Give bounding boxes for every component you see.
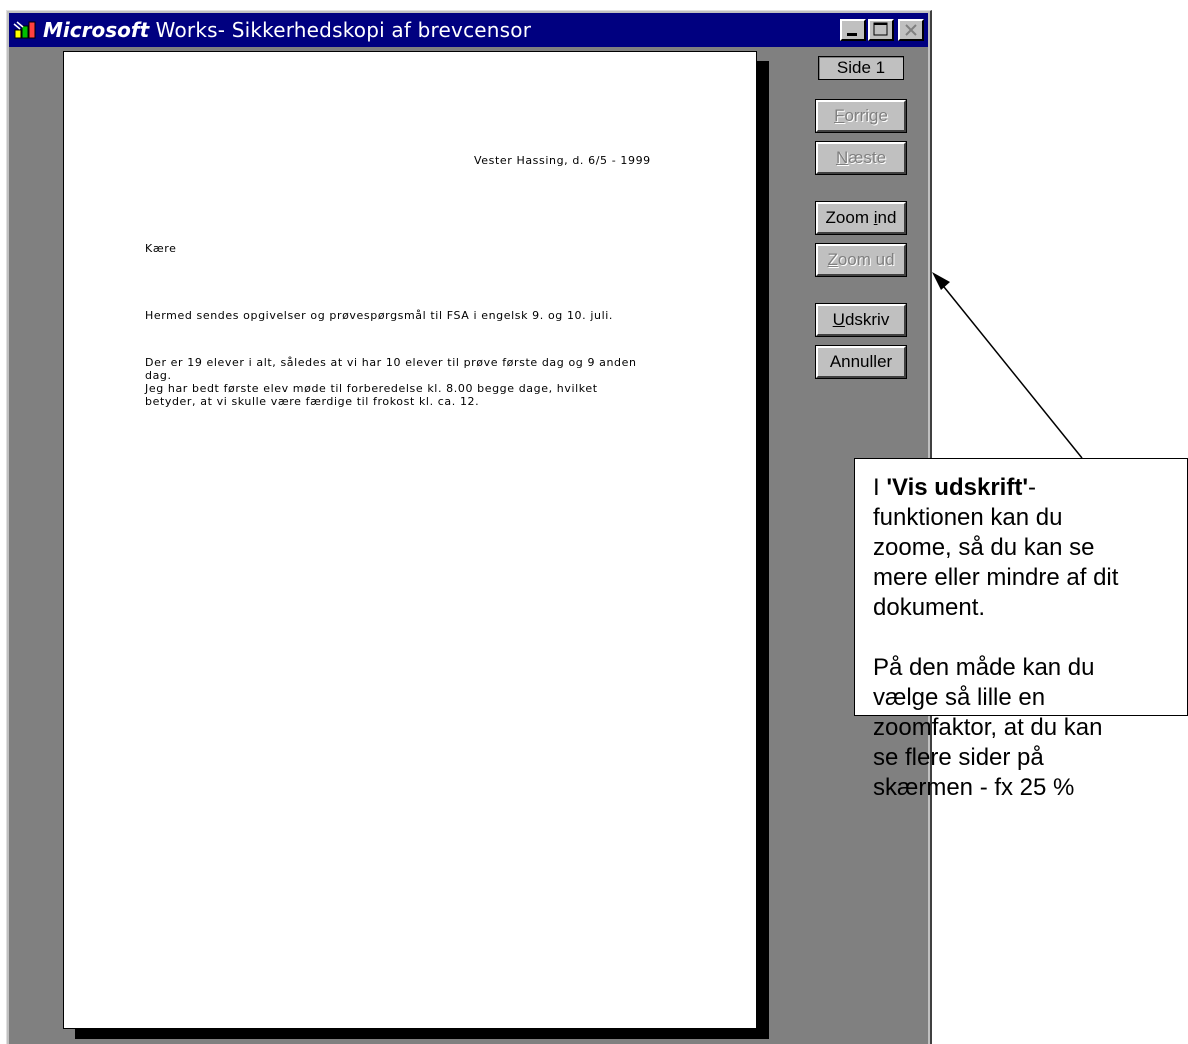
callout-line: dokument. — [873, 594, 986, 621]
arrow-line — [939, 281, 1083, 459]
callout-line: skærmen - fx 25 % — [873, 774, 1075, 801]
callout-bold-term: 'Vis udskrift' — [886, 474, 1029, 501]
callout-line: zoomfaktor, at du kan — [873, 714, 1103, 741]
callout-line: I 'Vis udskrift'- — [873, 473, 1171, 503]
callout-line: se flere sider på — [873, 744, 1044, 771]
callout-text: I — [873, 474, 887, 501]
callout-text: - — [1028, 474, 1037, 501]
arrow-head — [932, 272, 950, 290]
callout-line: vælge så lille en — [873, 684, 1046, 711]
callout-line: funktionen kan du — [873, 504, 1063, 531]
callout-box: I 'Vis udskrift'- funktionen kan du zoom… — [854, 458, 1188, 801]
callout-spacer — [873, 623, 1171, 653]
callout-line: På den måde kan du — [873, 654, 1095, 681]
callout-line: mere eller mindre af dit — [873, 564, 1119, 591]
callout-line: zoome, så du kan se — [873, 534, 1095, 561]
